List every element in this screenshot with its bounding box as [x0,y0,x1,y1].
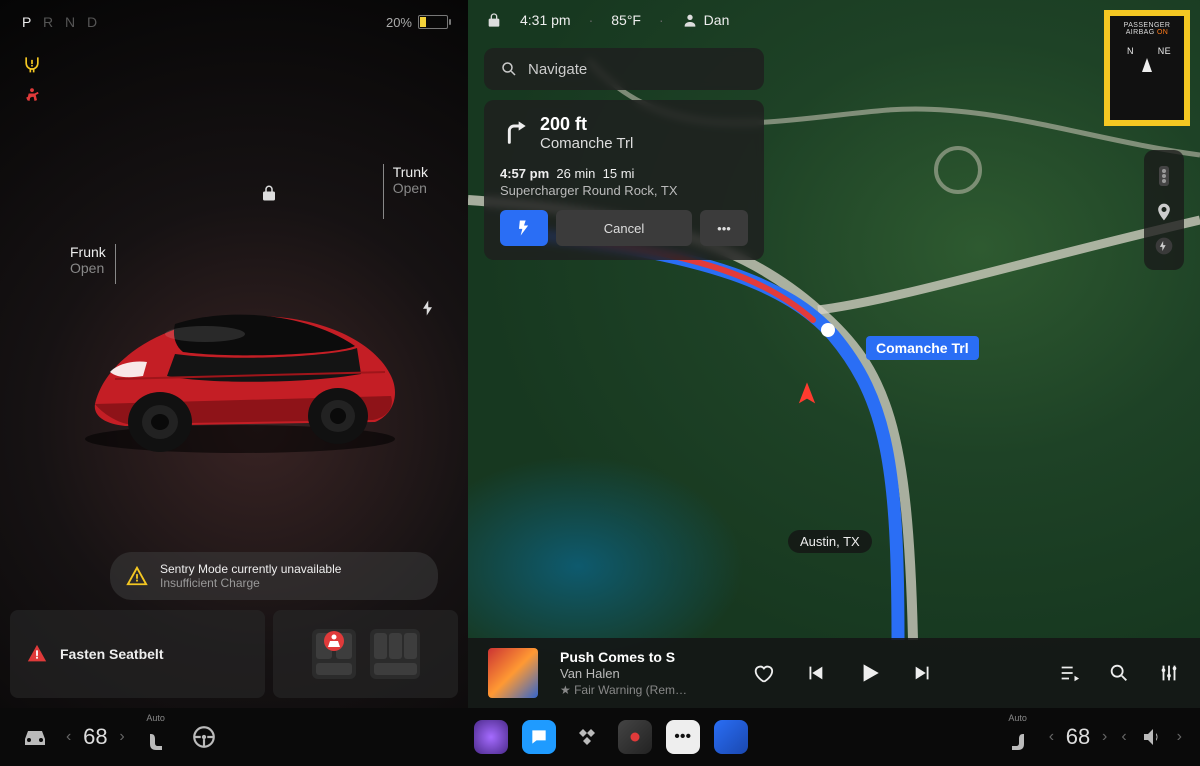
dashcam-app[interactable] [474,720,508,754]
charger-map-button[interactable] [1154,236,1174,256]
driver-temp-up[interactable]: › [119,728,124,746]
map-pane[interactable]: 4:31 pm · 85°F · Dan Navigate 200 ft Com… [468,0,1200,708]
favorite-button[interactable] [752,662,774,684]
gear-d: D [87,14,101,30]
volume-up[interactable]: › [1177,728,1182,746]
track-album: ★ Fair Warning (Rem… [560,683,710,699]
trunk-control[interactable]: Trunk Open [393,164,428,196]
track-title: Push Comes to S [560,648,710,666]
tidal-app[interactable] [570,720,604,754]
navigate-placeholder: Navigate [528,61,587,78]
equalizer-button[interactable] [1158,662,1180,684]
steering-heater-button[interactable] [187,720,221,754]
compass-icon[interactable]: N NE [1125,46,1169,90]
city-label: Austin, TX [788,530,872,553]
car-render [55,264,415,464]
gear-selector: P R N D [22,14,101,30]
previous-track-button[interactable] [804,662,826,684]
passenger-temp-down[interactable]: ‹ [1049,728,1054,746]
calendar-app[interactable] [714,720,748,754]
turn-right-icon [500,119,528,147]
person-icon [682,12,698,28]
traffic-lights-button[interactable] [1154,164,1174,188]
seat-occupancy-card[interactable] [273,610,458,698]
search-icon [500,60,518,78]
passenger-seat-heater[interactable] [1001,725,1035,759]
driver-temp-down[interactable]: ‹ [66,728,71,746]
passenger-airbag-badge: PASSENGER AIRBAG ON N NE [1104,10,1190,126]
media-search-button[interactable] [1108,662,1130,684]
supercharger-button[interactable] [500,210,548,246]
driver-profile[interactable]: Dan [682,12,730,28]
messages-app[interactable] [522,720,556,754]
map-status-bar: 4:31 pm · 85°F · Dan [468,0,1200,34]
battery-percent: 20% [386,15,412,30]
lock-status-icon[interactable] [486,12,502,28]
track-info[interactable]: Push Comes to S Van Halen ★ Fair Warning… [560,648,710,699]
track-artist: Van Halen [560,666,710,683]
driver-seat-heater[interactable] [139,725,173,759]
warning-triangle-icon [126,565,148,587]
sentry-alert[interactable]: Sentry Mode currently unavailable Insuff… [110,552,438,600]
passenger-temp-value[interactable]: 68 [1062,724,1094,750]
destination-name: Supercharger Round Rock, TX [500,183,748,198]
passenger-temp-control: ‹ 68 › [1049,724,1108,750]
seat-occupancy-icon [300,619,430,689]
media-bar: Push Comes to S Van Halen ★ Fair Warning… [468,638,1200,708]
cancel-route-button[interactable]: Cancel [556,210,692,246]
charge-port-icon[interactable] [420,299,438,317]
lock-icon[interactable] [260,184,278,202]
directions-card: 200 ft Comanche Trl 4:57 pm 26 min 15 mi… [484,100,764,260]
next-track-button[interactable] [912,662,934,684]
gear-p: P [22,14,35,30]
supercharger-icon [514,218,534,238]
camera-app[interactable] [618,720,652,754]
recenter-button[interactable] [1154,202,1174,222]
queue-button[interactable] [1058,662,1080,684]
car-visualization: Trunk Open Frunk Open [0,34,468,708]
gear-n: N [65,14,79,30]
turn-street: Comanche Trl [540,135,633,152]
clock: 4:31 pm [520,12,571,28]
driver-temp-control: ‹ 68 › [66,724,125,750]
volume-down[interactable]: ‹ [1121,728,1126,746]
volume-button[interactable] [1135,720,1169,754]
route-options-button[interactable]: ••• [700,210,748,246]
all-apps-button[interactable]: ••• [666,720,700,754]
battery-icon [418,15,448,29]
trip-eta: 4:57 pm 26 min 15 mi Supercharger Round … [500,166,748,198]
car-controls-button[interactable] [18,720,52,754]
outside-temp: 85°F [611,12,641,28]
vehicle-cursor-icon [793,380,821,408]
road-label: Comanche Trl [866,336,979,360]
play-button[interactable] [856,660,882,686]
map-tool-rail [1144,150,1184,270]
gear-r: R [43,14,57,30]
bottom-dock: ‹ 68 › Auto ••• Auto ‹ 68 › ‹ › [0,708,1200,766]
album-art[interactable] [488,648,538,698]
fasten-seatbelt-card[interactable]: Fasten Seatbelt [10,610,265,698]
driver-temp-value[interactable]: 68 [79,724,111,750]
navigate-search[interactable]: Navigate [484,48,764,90]
passenger-temp-up[interactable]: › [1102,728,1107,746]
vehicle-pane: P R N D 20% Trunk Open Frunk Open [0,0,468,708]
turn-distance: 200 ft [540,114,633,135]
seatbelt-alert-icon [26,643,48,665]
volume-control: ‹ › [1121,720,1182,754]
battery-indicator[interactable]: 20% [386,15,448,30]
